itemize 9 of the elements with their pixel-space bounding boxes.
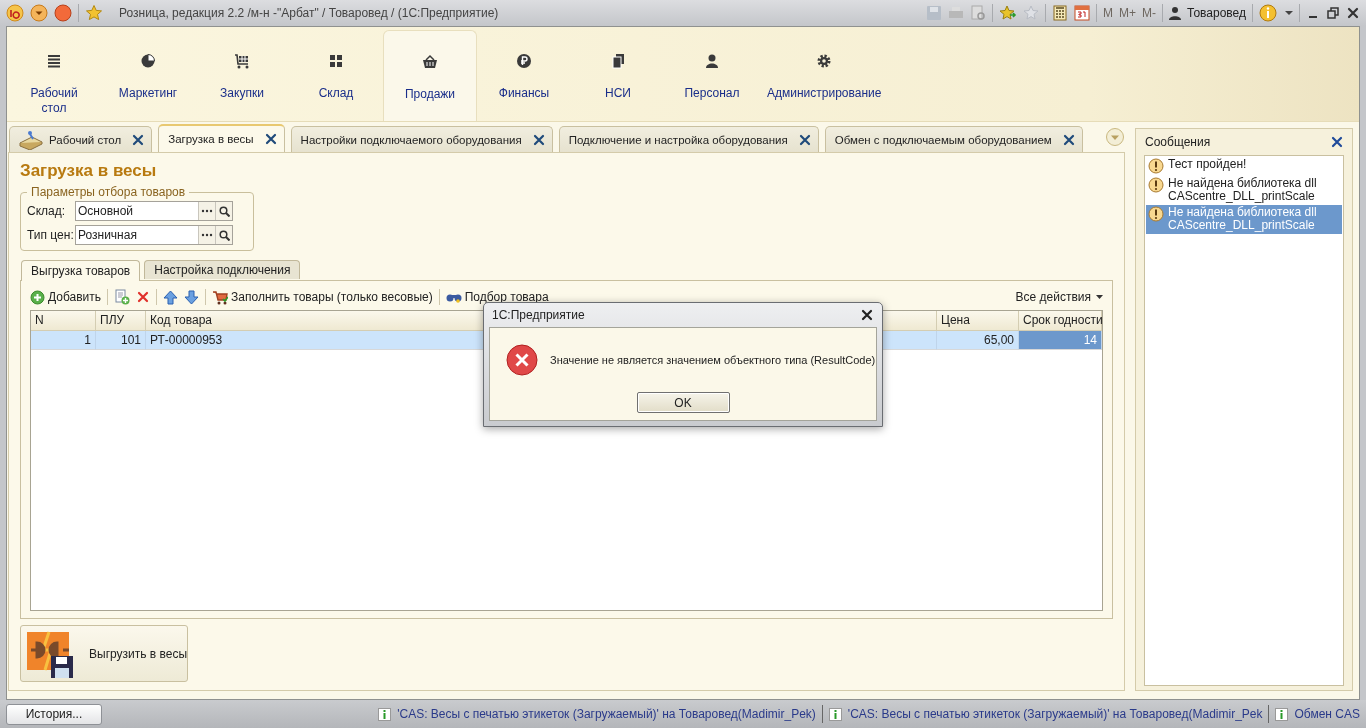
form-title: Загрузка в весы [20, 161, 158, 182]
field-label: Склад: [27, 204, 67, 218]
panel-title: Сообщения [1145, 135, 1211, 149]
window-title: Розница, редакция 2.2 /м-н -"Арбат" / Товаровед / (1С:Предприятие) [119, 6, 500, 20]
error-message: Значение не является значением объектного типа (ResultCode) [550, 354, 876, 366]
upload-label: Выгрузить в весы [89, 646, 188, 661]
group-title: Параметры отбора товаров [30, 185, 187, 199]
field-label: Тип цен: [27, 228, 72, 242]
dialog-title: 1С:Предприятие [492, 308, 585, 322]
